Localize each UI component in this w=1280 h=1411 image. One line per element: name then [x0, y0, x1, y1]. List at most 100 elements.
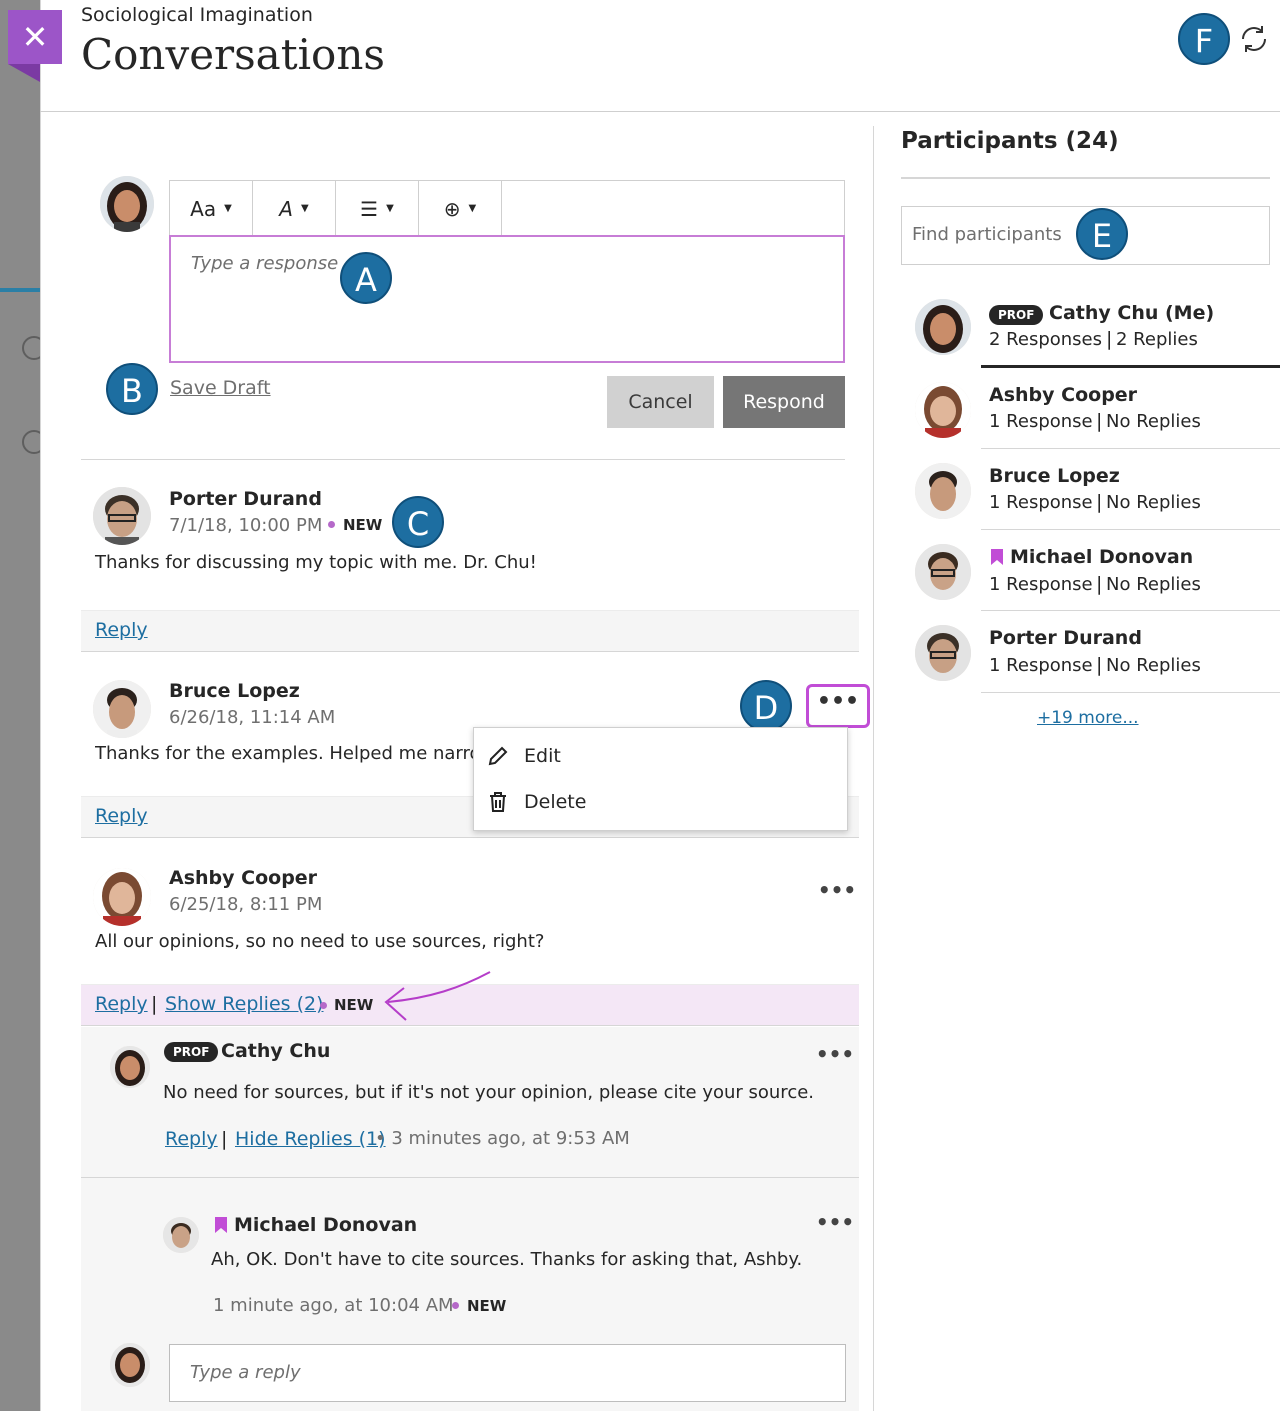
- new-badge: NEW: [343, 516, 383, 534]
- callout-c: C: [392, 496, 444, 548]
- post-date: 7/1/18, 10:00 PM: [169, 515, 323, 536]
- avatar: [110, 1343, 150, 1387]
- separator: |: [1096, 410, 1103, 432]
- post-author[interactable]: Bruce Lopez: [169, 680, 300, 702]
- close-button[interactable]: ✕: [8, 10, 62, 64]
- more-options-button[interactable]: •••: [814, 1044, 856, 1072]
- cancel-button[interactable]: Cancel: [607, 376, 714, 428]
- new-badge: NEW: [467, 1297, 507, 1315]
- reply-author[interactable]: Cathy Chu: [221, 1040, 330, 1062]
- avatar: [915, 382, 971, 438]
- reply-divider: [81, 1177, 859, 1178]
- prof-badge: PROF: [164, 1042, 219, 1062]
- reply-text: Ah, OK. Don't have to cite sources. Than…: [211, 1249, 803, 1270]
- avatar: [915, 463, 971, 519]
- respond-button[interactable]: Respond: [723, 376, 845, 428]
- new-badge: NEW: [334, 996, 374, 1014]
- post-author[interactable]: Porter Durand: [169, 488, 322, 510]
- reply-link[interactable]: Reply: [95, 805, 148, 827]
- participant-divider: [981, 365, 1280, 368]
- participant-name[interactable]: Cathy Chu (Me): [1049, 302, 1214, 324]
- more-participants-link[interactable]: +19 more...: [1037, 708, 1139, 728]
- more-options-button[interactable]: •••: [814, 1212, 856, 1240]
- participant-name[interactable]: Ashby Cooper: [989, 384, 1137, 406]
- participant-name[interactable]: Michael Donovan: [1010, 546, 1193, 568]
- new-dot-icon: [320, 1002, 327, 1009]
- callout-f: F: [1178, 13, 1230, 65]
- chevron-down-icon: ▼: [300, 203, 309, 214]
- avatar: [915, 544, 971, 600]
- breadcrumb: Sociological Imagination: [81, 4, 313, 26]
- menu-item-delete[interactable]: Delete: [486, 782, 586, 822]
- more-options-button[interactable]: •••: [806, 684, 870, 728]
- reply-input[interactable]: Type a reply: [169, 1344, 846, 1402]
- save-draft-link[interactable]: Save Draft: [170, 377, 271, 399]
- participant-responses: 2 Responses: [989, 329, 1103, 350]
- avatar: [110, 1046, 150, 1088]
- participant-replies: No Replies: [1106, 574, 1201, 595]
- participants-title: Participants (24): [901, 128, 1119, 154]
- avatar: [100, 176, 154, 232]
- participant-name[interactable]: Bruce Lopez: [989, 465, 1120, 487]
- annotation-arrow-icon: [384, 971, 491, 1021]
- chevron-down-icon: ▼: [468, 203, 477, 214]
- background-divider: [0, 288, 40, 292]
- bookmark-icon: [215, 1217, 227, 1233]
- avatar: [915, 299, 971, 355]
- post-date: 6/26/18, 11:14 AM: [169, 707, 336, 728]
- participant-responses: 1 Response: [989, 411, 1093, 432]
- chevron-down-icon: ▼: [224, 203, 232, 214]
- participant-replies: No Replies: [1106, 492, 1201, 513]
- reply-link[interactable]: Reply: [165, 1128, 218, 1150]
- post-actions: Reply: [81, 610, 859, 652]
- more-options-button[interactable]: •••: [816, 880, 858, 908]
- list-button[interactable]: ☰ ▼: [336, 181, 419, 236]
- post-text: Thanks for discussing my topic with me. …: [95, 552, 537, 573]
- reply-link[interactable]: Reply: [95, 993, 148, 1015]
- close-button-tail: [8, 64, 40, 82]
- text-size-button[interactable]: Aa ▼: [170, 181, 253, 236]
- separator: |: [1106, 328, 1113, 350]
- new-dot-icon: [328, 521, 335, 528]
- avatar: [93, 680, 151, 738]
- page-title: Conversations: [81, 30, 385, 79]
- text-size-icon: Aa: [190, 196, 217, 221]
- reply-author[interactable]: Michael Donovan: [234, 1214, 417, 1236]
- menu-item-edit[interactable]: Edit: [486, 736, 561, 776]
- separator: |: [221, 1128, 228, 1150]
- header-divider: [40, 111, 1280, 112]
- response-editor[interactable]: Type a response: [169, 235, 845, 363]
- avatar: [915, 625, 971, 681]
- post-author[interactable]: Ashby Cooper: [169, 867, 317, 889]
- separator: |: [1096, 654, 1103, 676]
- hide-replies-link[interactable]: Hide Replies (1): [235, 1128, 386, 1150]
- participant-replies: 2 Replies: [1116, 329, 1198, 350]
- reply-time: 1 minute ago, at 10:04 AM: [213, 1295, 454, 1316]
- prof-badge: PROF: [989, 305, 1044, 325]
- column-divider: [873, 126, 874, 1411]
- composer-divider: [81, 459, 845, 460]
- menu-item-label: Edit: [524, 745, 561, 767]
- reply-time: • 3 minutes ago, at 9:53 AM: [375, 1128, 630, 1149]
- participant-divider: [981, 692, 1280, 693]
- post-text: Thanks for the examples. Helped me narro…: [95, 743, 473, 764]
- show-replies-link[interactable]: Show Replies (2): [165, 993, 324, 1015]
- insert-plus-icon: ⊕: [443, 196, 461, 221]
- pencil-icon: [488, 746, 508, 766]
- participant-responses: 1 Response: [989, 492, 1093, 513]
- text-style-button[interactable]: A ▼: [253, 181, 336, 236]
- post-text: All our opinions, so no need to use sour…: [95, 931, 545, 952]
- avatar: [93, 868, 151, 926]
- callout-d: D: [740, 680, 792, 732]
- reply-link[interactable]: Reply: [95, 619, 148, 641]
- insert-button[interactable]: ⊕ ▼: [419, 181, 502, 236]
- participant-divider: [981, 448, 1280, 449]
- participant-divider: [981, 529, 1280, 530]
- participant-name[interactable]: Porter Durand: [989, 627, 1142, 649]
- participant-replies: No Replies: [1106, 411, 1201, 432]
- refresh-icon[interactable]: [1237, 22, 1271, 56]
- participants-divider: [901, 177, 1270, 179]
- callout-e: E: [1076, 208, 1128, 260]
- separator: |: [151, 993, 158, 1015]
- post-options-menu: Edit Delete: [473, 727, 848, 831]
